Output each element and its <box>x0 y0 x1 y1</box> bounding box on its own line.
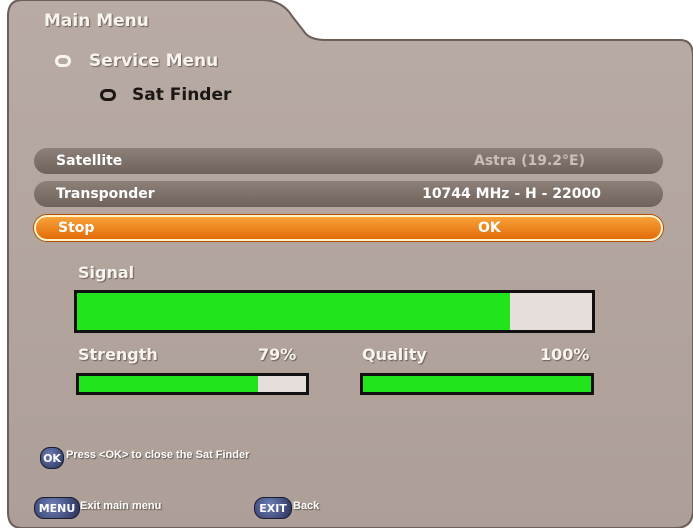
strength-bar <box>76 373 309 395</box>
signal-label: Signal <box>78 263 135 282</box>
quality-value: 100% <box>540 345 590 364</box>
quality-label: Quality <box>362 345 427 364</box>
transponder-row[interactable]: Transponder 10744 MHz - H - 22000 <box>34 181 663 207</box>
transponder-label: Transponder <box>56 186 155 202</box>
breadcrumb-label: Sat Finder <box>132 85 232 105</box>
quality-bar <box>360 373 594 395</box>
transponder-value: 10744 MHz - H - 22000 <box>422 186 601 202</box>
satellite-row[interactable]: Satellite Astra (19.2°E) <box>34 148 663 174</box>
return-arrow-icon <box>55 55 71 67</box>
page-title: Main Menu <box>44 11 149 31</box>
return-arrow-icon <box>100 89 116 101</box>
strength-value: 79% <box>258 345 297 364</box>
signal-bar-fill <box>77 293 510 330</box>
breadcrumb-sat-finder: Sat Finder <box>100 85 231 105</box>
breadcrumb-label: Service Menu <box>89 51 219 71</box>
strength-bar-fill <box>79 376 259 392</box>
menu-button-icon[interactable]: MENU <box>34 497 80 519</box>
signal-bar <box>74 290 595 333</box>
menu-hint-text: Exit main menu <box>80 500 162 512</box>
exit-button-icon[interactable]: EXIT <box>254 497 292 519</box>
satellite-label: Satellite <box>56 153 123 169</box>
stop-label: Stop <box>58 220 95 236</box>
breadcrumb-service-menu[interactable]: Service Menu <box>55 51 218 71</box>
exit-hint-text: Back <box>293 500 320 512</box>
stop-value: OK <box>478 220 501 236</box>
stop-row[interactable]: Stop OK <box>34 215 663 241</box>
ok-hint-text: Press <OK> to close the Sat Finder <box>66 449 250 461</box>
ok-button-icon[interactable]: OK <box>40 447 64 469</box>
quality-bar-fill <box>363 376 591 392</box>
satellite-value: Astra (19.2°E) <box>474 153 585 169</box>
strength-label: Strength <box>78 345 158 364</box>
